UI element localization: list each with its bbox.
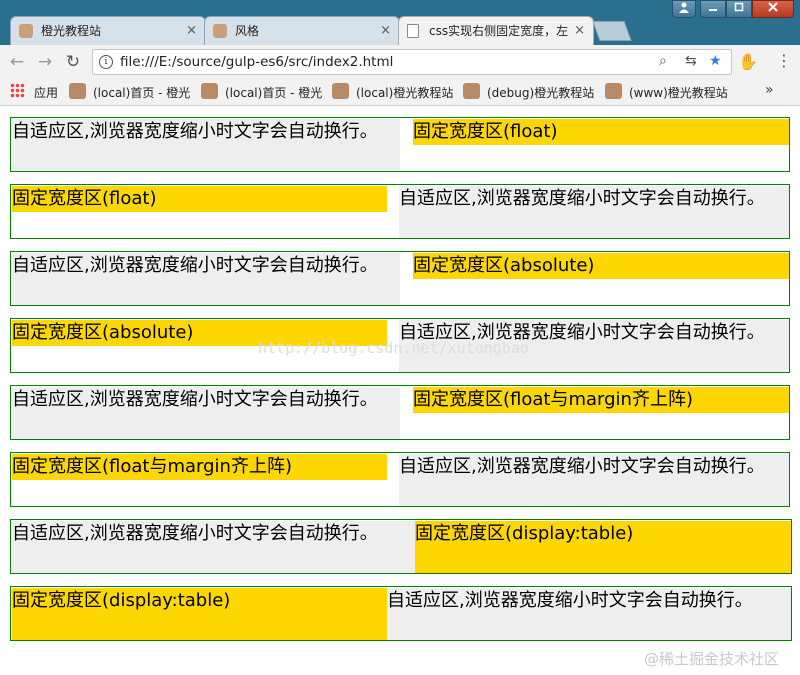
url-text[interactable]: file:///E:/source/gulp-es6/src/index2.ht… [120,54,393,70]
bookmark-item[interactable]: (local)首页 - 橙光 [201,83,323,101]
window-controls [672,0,794,18]
blog-watermark: http://blog.csdn.net/xutongbao [258,339,529,357]
bookmarks-bar: 应用 (local)首页 - 橙光 (local)首页 - 橙光 (local)… [0,79,800,106]
close-icon[interactable]: × [186,17,197,45]
new-tab-button[interactable] [592,21,632,41]
fixed-area: 固定宽度区(display:table) [12,588,387,640]
back-arrow-icon[interactable]: ← [6,51,28,73]
bookmark-item[interactable]: (debug)橙光教程站 [463,83,595,101]
page-icon [407,24,419,38]
site-favicon-icon [332,83,349,99]
reload-icon[interactable]: ↻ [62,51,84,73]
fixed-area: 固定宽度区(absolute) [413,253,789,279]
fixed-area: 固定宽度区(display:table) [415,521,791,573]
tab-2[interactable]: 风格 × [204,16,400,45]
close-icon[interactable]: × [380,17,391,45]
bookmark-label: (local)橙光教程站 [356,86,454,100]
tab-title: 橙光教程站 [41,24,102,38]
close-icon[interactable]: × [574,17,585,45]
apps-grid-icon [10,83,25,98]
demo-table-right: 自适应区,浏览器宽度缩小时文字会自动换行。 固定宽度区(display:tabl… [10,519,792,574]
site-favicon-icon [69,83,86,99]
demo-float-right: 自适应区,浏览器宽度缩小时文字会自动换行。 固定宽度区(float) [10,117,790,172]
title-bar: 橙光教程站 × 风格 × css实现右侧固定宽度，左 × [0,0,800,46]
fixed-area: 固定宽度区(float与margin齐上阵) [12,454,387,480]
user-icon[interactable] [672,0,696,18]
browser-toolbar: ← → ↻ i file:///E:/source/gulp-es6/src/i… [0,45,800,79]
address-bar[interactable]: i file:///E:/source/gulp-es6/src/index2.… [92,49,732,75]
fluid-area: 自适应区,浏览器宽度缩小时文字会自动换行。 [12,119,400,171]
site-favicon-icon [605,83,622,99]
fluid-area: 自适应区,浏览器宽度缩小时文字会自动换行。 [387,588,791,640]
forward-arrow-icon[interactable]: → [34,51,56,73]
fluid-area: 自适应区,浏览器宽度缩小时文字会自动换行。 [12,387,400,439]
menu-icon[interactable]: ⋮ [776,51,792,70]
fixed-area: 固定宽度区(float与margin齐上阵) [413,387,789,413]
info-icon[interactable]: i [99,55,113,69]
demo-float-margin-right: 自适应区,浏览器宽度缩小时文字会自动换行。 固定宽度区(float与margin… [10,385,790,440]
fluid-area: 自适应区,浏览器宽度缩小时文字会自动换行。 [12,253,400,305]
tab-title: css实现右侧固定宽度，左 [429,24,569,38]
bookmark-item[interactable]: (local)橙光教程站 [332,83,454,101]
fixed-area: 固定宽度区(float) [12,186,387,212]
bookmark-item[interactable]: (www)橙光教程站 [605,83,728,101]
extension-icon[interactable]: ✋ [738,52,758,71]
demo-absolute-right: 自适应区,浏览器宽度缩小时文字会自动换行。 固定宽度区(absolute) [10,251,790,306]
bookmark-label: (local)首页 - 橙光 [225,86,323,100]
bookmark-label: (www)橙光教程站 [629,86,728,100]
demo-table-left: 固定宽度区(display:table) 自适应区,浏览器宽度缩小时文字会自动换… [10,586,792,641]
tab-3-active[interactable]: css实现右侧固定宽度，左 × [398,16,594,46]
bookmark-apps[interactable]: 应用 [10,83,59,101]
tab-1[interactable]: 橙光教程站 × [10,16,206,45]
fluid-area: 自适应区,浏览器宽度缩小时文字会自动换行。 [399,454,789,506]
demo-float-margin-left: 固定宽度区(float与margin齐上阵) 自适应区,浏览器宽度缩小时文字会自… [10,452,790,507]
demo-float-left: 固定宽度区(float) 自适应区,浏览器宽度缩小时文字会自动换行。 [10,184,790,239]
bookmark-star-icon[interactable]: ★ [709,53,722,69]
bookmark-label: (debug)橙光教程站 [487,86,595,100]
juejin-watermark: @稀土掘金技术社区 [644,650,780,668]
site-favicon-icon [213,24,227,38]
more-bookmarks-chevron-icon[interactable]: » [765,82,774,98]
close-window-button[interactable] [752,0,794,18]
page-content: 自适应区,浏览器宽度缩小时文字会自动换行。 固定宽度区(float) 固定宽度区… [0,106,800,675]
bookmark-item[interactable]: (local)首页 - 橙光 [69,83,191,101]
bookmark-label: (local)首页 - 橙光 [93,86,191,100]
minimize-button[interactable] [700,0,726,18]
fluid-area: 自适应区,浏览器宽度缩小时文字会自动换行。 [399,186,789,238]
site-favicon-icon [201,83,218,99]
zoom-icon[interactable]: ⌕ [659,53,667,69]
maximize-button[interactable] [726,0,752,18]
site-favicon-icon [463,83,480,99]
bookmark-label: 应用 [34,86,59,100]
site-favicon-icon [19,24,33,38]
fixed-area: 固定宽度区(float) [413,119,789,145]
fluid-area: 自适应区,浏览器宽度缩小时文字会自动换行。 [12,521,415,573]
tab-title: 风格 [235,24,260,38]
translate-icon[interactable]: ⇆ [685,53,697,69]
